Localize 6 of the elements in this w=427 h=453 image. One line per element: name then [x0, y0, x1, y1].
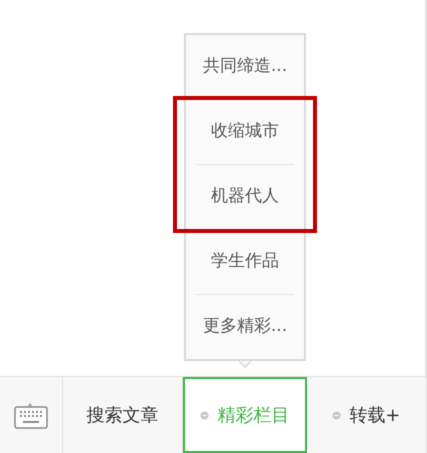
submenu-item[interactable]: 收缩城市: [186, 100, 304, 164]
submenu-item[interactable]: 机器代人: [186, 165, 304, 229]
submenu-item[interactable]: 共同缔造...: [186, 35, 304, 99]
submenu-item[interactable]: 更多精彩...: [186, 295, 304, 359]
submenu-item[interactable]: 学生作品: [186, 230, 304, 294]
menu-button[interactable]: 转载+: [306, 377, 427, 453]
